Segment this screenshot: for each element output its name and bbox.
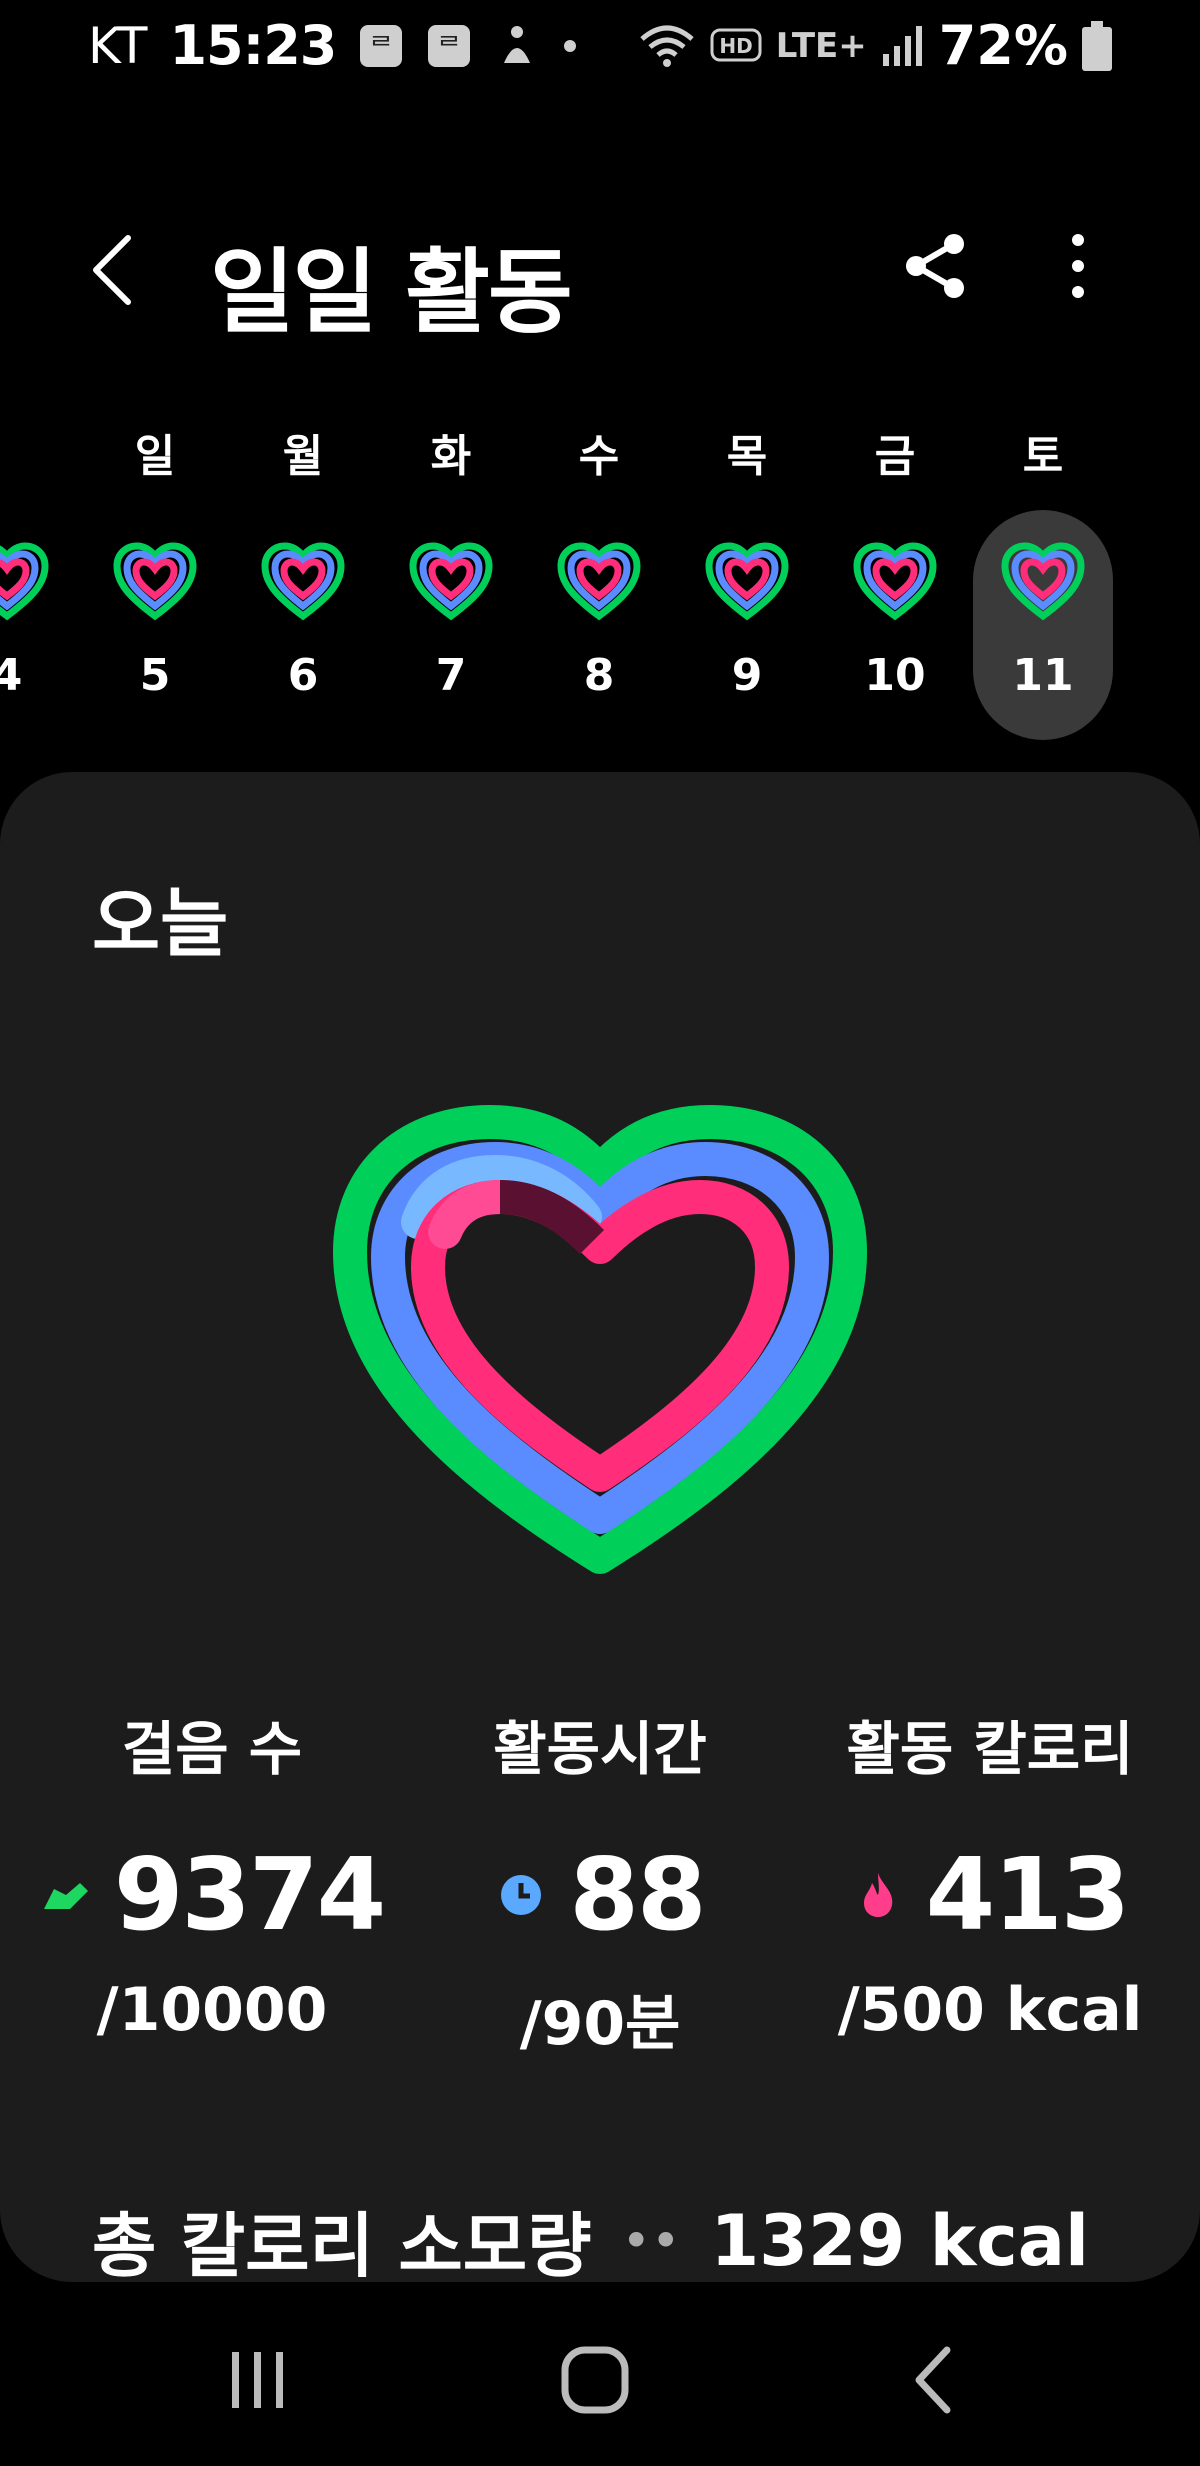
network-type-label: LTE+ [775,25,867,66]
day-item[interactable]: 7 [381,510,521,740]
recent-apps-icon[interactable] [218,2340,298,2420]
total-calories-label: 총 칼로리 소모량 [92,2205,592,2282]
mini-heart-icon [557,542,641,622]
shoe-icon [43,1882,88,1909]
home-icon[interactable] [555,2340,635,2420]
mini-heart-icon [409,542,493,622]
signal-icon [882,25,922,66]
mini-heart-icon [261,542,345,622]
app-bar: 일일 활동 [0,200,1200,346]
active-time-label: 활동시간 [493,1715,707,1783]
weekday-fri: 금 [874,431,916,482]
weekday-mon: 월 [282,431,324,482]
clock-time: 15:23 [169,14,337,77]
day-item[interactable]: 5 [85,510,225,740]
active-time-goal: /90분 [519,1989,681,2059]
hd-voice-icon: HD [710,28,762,61]
more-options-icon[interactable] [1050,230,1106,302]
active-time-stat[interactable]: 활동시간 88 /90분 [400,1702,800,2062]
day-item[interactable]: 10 [825,510,965,740]
mini-heart-icon [705,542,789,622]
activity-rings-heart [333,1105,867,1574]
day-number: 10 [864,650,926,701]
page-title: 일일 활동 [210,239,573,346]
weekday-thu: 목 [726,431,768,482]
active-calories-value: 413 [925,1836,1131,1953]
today-card[interactable]: 오늘 걸음 수 9374 /10000 활동시간 88 /90분 활동 칼로리 … [0,772,1200,2282]
weekday-sun: 일 [134,431,176,482]
mini-heart-icon [853,542,937,622]
active-calories-stat[interactable]: 활동 칼로리 413 /500 kcal [790,1702,1190,2045]
flame-icon [863,1872,892,1917]
day-item[interactable]: 6 [233,510,373,740]
activity-person-icon [504,25,531,63]
day-item-selected[interactable]: 11 [973,510,1113,740]
weekday-header: 일 월 화 수 목 금 토 [0,420,1200,500]
mini-heart-icon [1001,542,1085,622]
day-selector: 4 5 6 7 8 9 10 11 [0,510,1200,740]
day-number: 7 [435,650,467,701]
mini-heart-icon [0,542,49,622]
day-item[interactable]: 8 [529,510,669,740]
active-time-value: 88 [569,1836,706,1953]
steps-value: 9374 [113,1836,386,1953]
weekday-tue: 화 [430,431,472,482]
day-item[interactable]: 9 [677,510,817,740]
day-number: 8 [583,650,615,701]
svg-text:ᄅ: ᄅ [369,33,393,63]
share-icon[interactable] [900,230,972,302]
day-number: 5 [139,650,171,701]
status-bar: KT 15:23 ᄅ ᄅ HD LTE+ 72% [0,0,1200,90]
svg-text:HD: HD [719,34,752,58]
day-number: 9 [731,650,763,701]
wifi-icon [640,25,694,67]
active-calories-label: 활동 칼로리 [846,1715,1134,1783]
day-number: 11 [1012,650,1074,701]
system-nav-bar [0,2300,1200,2466]
carrier-label: KT [88,16,148,75]
total-calories-value: 1329 kcal [710,2199,1090,2282]
total-calories-row[interactable]: 총 칼로리 소모량 •• 1329 kcal [92,2190,1112,2283]
battery-icon [1082,20,1112,71]
mini-heart-icon [113,542,197,622]
weekday-wed: 수 [578,431,620,482]
day-number: 4 [0,650,23,701]
day-number: 6 [287,650,319,701]
steps-label: 걸음 수 [121,1715,303,1783]
notification-app-icon-2: ᄅ [428,24,471,67]
weekday-sat: 토 [1022,431,1064,482]
nav-back-icon[interactable] [895,2340,975,2420]
day-item[interactable]: 4 [0,510,77,740]
separator-dots-icon: •• [621,2211,681,2270]
today-title: 오늘 [92,881,229,967]
steps-stat[interactable]: 걸음 수 9374 /10000 [12,1702,412,2045]
battery-percent: 72% [938,14,1068,77]
steps-goal: /10000 [96,1975,328,2045]
notification-app-icon: ᄅ [360,24,403,67]
more-notifications-dot-icon [564,39,577,52]
active-calories-goal: /500 kcal [837,1975,1143,2045]
back-arrow-icon[interactable] [80,230,150,310]
clock-icon [501,1874,542,1915]
svg-text:ᄅ: ᄅ [437,33,461,63]
